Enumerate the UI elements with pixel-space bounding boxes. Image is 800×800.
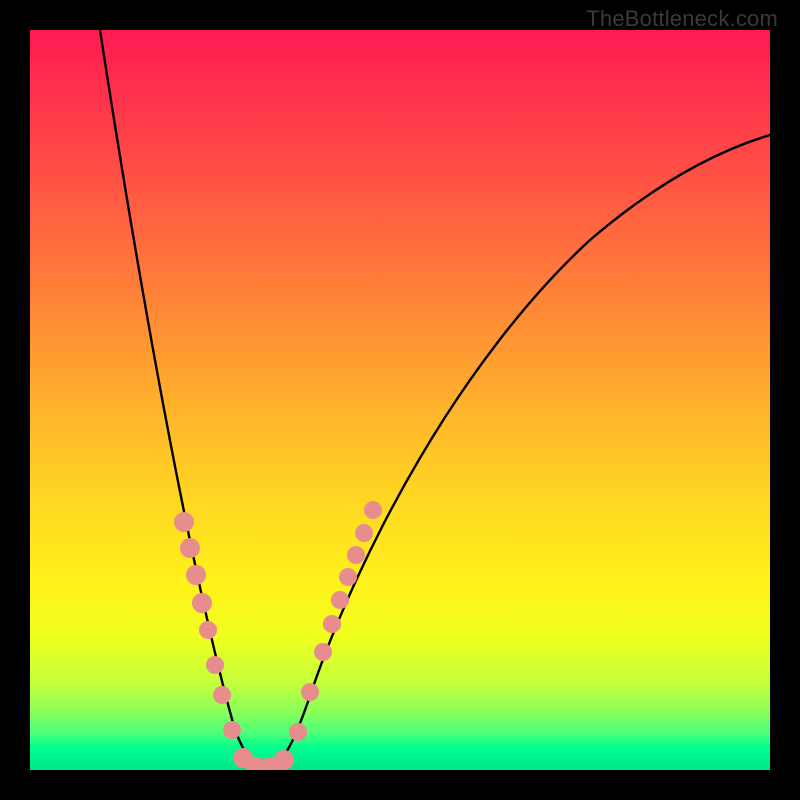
curve-marker-dot [180, 538, 200, 558]
curve-marker-dot [364, 501, 382, 519]
curve-marker-dot [339, 568, 357, 586]
curve-marker-dot [289, 723, 307, 741]
chart-svg [30, 30, 770, 770]
curve-marker-dot [213, 686, 231, 704]
curve-markers [174, 501, 382, 770]
plot-area [30, 30, 770, 770]
curve-marker-dot [174, 512, 194, 532]
curve-marker-dot [301, 683, 319, 701]
curve-marker-dot [347, 546, 365, 564]
bottleneck-curve [100, 30, 770, 768]
curve-marker-dot [206, 656, 224, 674]
curve-marker-dot [323, 615, 341, 633]
curve-marker-dot [355, 524, 373, 542]
curve-marker-dot [192, 593, 212, 613]
outer-frame: TheBottleneck.com [0, 0, 800, 800]
attribution-text: TheBottleneck.com [586, 6, 778, 32]
curve-marker-dot [186, 565, 206, 585]
curve-marker-dot [223, 721, 241, 739]
curve-marker-dot [199, 621, 217, 639]
curve-marker-dot [331, 591, 349, 609]
curve-marker-dot [274, 750, 294, 770]
curve-marker-dot [314, 643, 332, 661]
